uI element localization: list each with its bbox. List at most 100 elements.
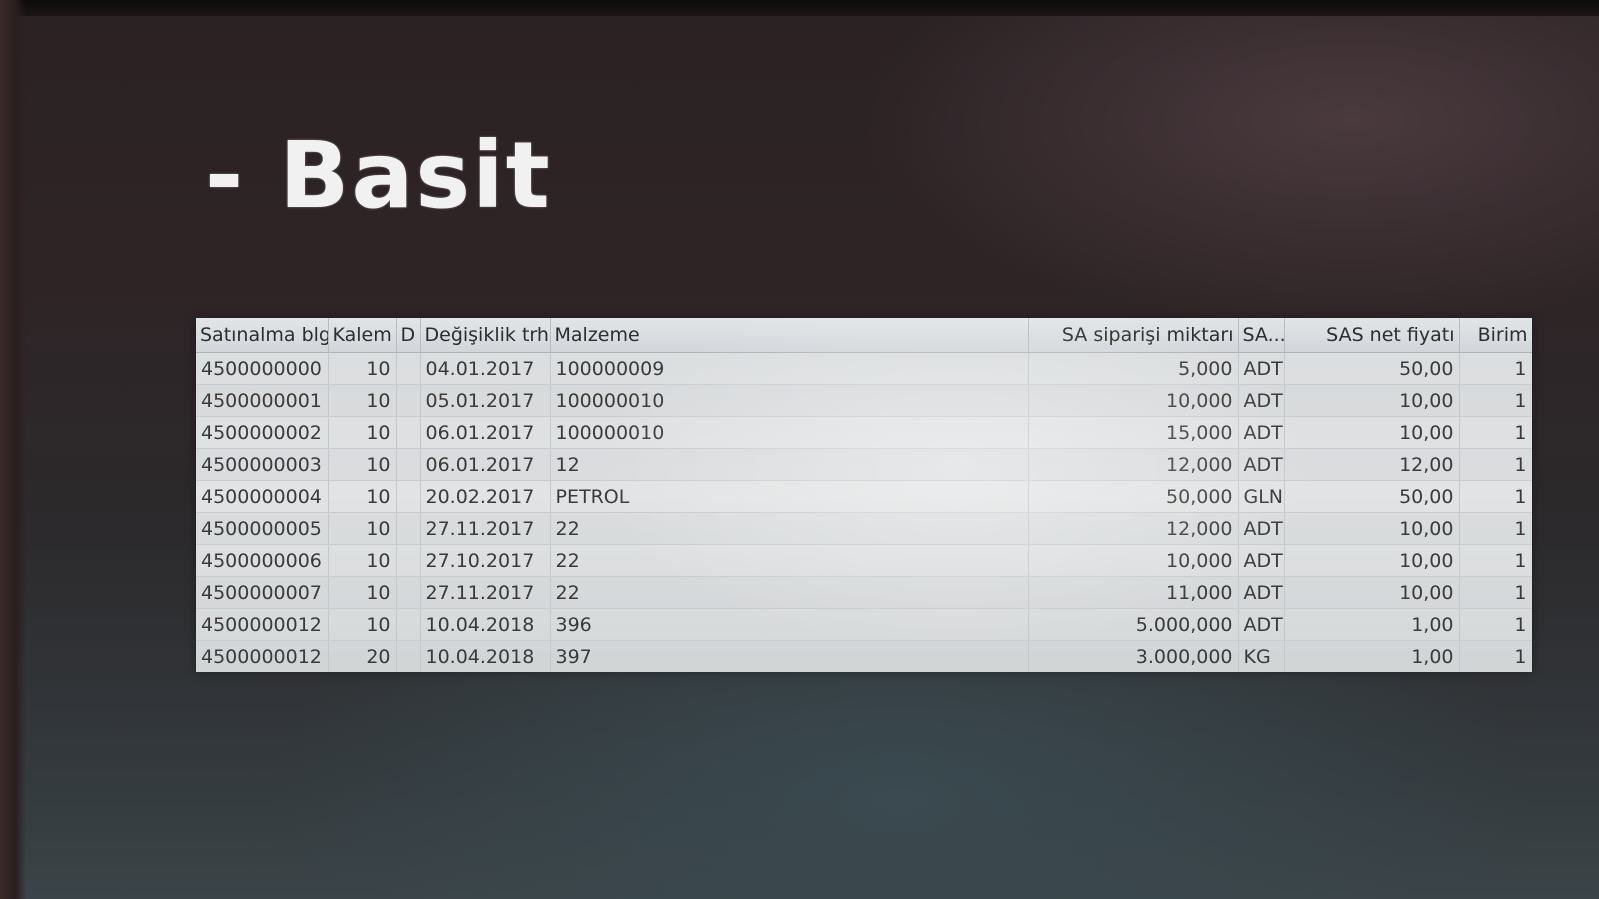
cell-order-unit[interactable]: KG bbox=[1238, 640, 1285, 672]
cell-item[interactable]: 10 bbox=[328, 480, 397, 513]
cell-material[interactable]: 22 bbox=[550, 544, 1029, 577]
cell-item[interactable]: 10 bbox=[328, 576, 397, 609]
table-row[interactable]: 4500000007 10 27.11.2017 22 11,000 ADT 10,00 1 bbox=[196, 576, 1532, 609]
cell-item[interactable]: 20 bbox=[328, 640, 397, 672]
cell-item[interactable]: 10 bbox=[328, 416, 397, 449]
cell-material[interactable]: 100000009 bbox=[550, 352, 1029, 385]
cell-order-quantity[interactable]: 11,000 bbox=[1028, 576, 1239, 609]
cell-order-unit[interactable]: ADT bbox=[1238, 512, 1285, 545]
cell-material[interactable]: PETROL bbox=[550, 480, 1029, 513]
cell-price-unit[interactable]: 1 bbox=[1459, 608, 1532, 641]
cell-net-price[interactable]: 12,00 bbox=[1284, 448, 1460, 481]
cell-change-date[interactable]: 04.01.2017 bbox=[420, 352, 551, 385]
cell-purchasing-doc[interactable]: 4500000007 bbox=[196, 576, 329, 609]
cell-material[interactable]: 100000010 bbox=[550, 416, 1029, 449]
cell-purchasing-doc[interactable]: 4500000003 bbox=[196, 448, 329, 481]
column-header-purchasing-doc[interactable]: Satınalma blg bbox=[196, 318, 329, 353]
cell-net-price[interactable]: 1,00 bbox=[1284, 640, 1460, 672]
cell-order-unit[interactable]: ADT bbox=[1238, 384, 1285, 417]
column-header-d[interactable]: D bbox=[396, 318, 421, 353]
cell-purchasing-doc[interactable]: 4500000012 bbox=[196, 640, 329, 672]
column-header-order-quantity[interactable]: SA siparişi miktarı bbox=[1028, 318, 1239, 353]
cell-order-quantity[interactable]: 12,000 bbox=[1028, 448, 1239, 481]
cell-net-price[interactable]: 50,00 bbox=[1284, 352, 1460, 385]
cell-price-unit[interactable]: 1 bbox=[1459, 640, 1532, 672]
cell-change-date[interactable]: 27.11.2017 bbox=[420, 576, 551, 609]
cell-price-unit[interactable]: 1 bbox=[1459, 384, 1532, 417]
cell-d[interactable] bbox=[396, 352, 421, 385]
cell-d[interactable] bbox=[396, 512, 421, 545]
cell-material[interactable]: 396 bbox=[550, 608, 1029, 641]
cell-order-unit[interactable]: GLN bbox=[1238, 480, 1285, 513]
cell-purchasing-doc[interactable]: 4500000005 bbox=[196, 512, 329, 545]
cell-purchasing-doc[interactable]: 4500000000 bbox=[196, 352, 329, 385]
cell-net-price[interactable]: 10,00 bbox=[1284, 416, 1460, 449]
cell-d[interactable] bbox=[396, 608, 421, 641]
cell-purchasing-doc[interactable]: 4500000002 bbox=[196, 416, 329, 449]
cell-order-unit[interactable]: ADT bbox=[1238, 608, 1285, 641]
cell-material[interactable]: 397 bbox=[550, 640, 1029, 672]
cell-d[interactable] bbox=[396, 384, 421, 417]
cell-order-quantity[interactable]: 12,000 bbox=[1028, 512, 1239, 545]
cell-price-unit[interactable]: 1 bbox=[1459, 544, 1532, 577]
cell-item[interactable]: 10 bbox=[328, 608, 397, 641]
column-header-item[interactable]: Kalem bbox=[328, 318, 397, 353]
cell-order-quantity[interactable]: 50,000 bbox=[1028, 480, 1239, 513]
table-row[interactable]: 4500000000 10 04.01.2017 100000009 5,000 ADT 5… bbox=[196, 352, 1532, 385]
column-header-material[interactable]: Malzeme bbox=[550, 318, 1029, 353]
table-row[interactable]: 4500000006 10 27.10.2017 22 10,000 ADT 10,00 1 bbox=[196, 544, 1532, 577]
cell-item[interactable]: 10 bbox=[328, 384, 397, 417]
table-row[interactable]: 4500000012 10 10.04.2018 396 5.000,000 ADT 1,0… bbox=[196, 608, 1532, 641]
table-row[interactable]: 4500000005 10 27.11.2017 22 12,000 ADT 10,00 1 bbox=[196, 512, 1532, 545]
cell-order-unit[interactable]: ADT bbox=[1238, 544, 1285, 577]
cell-d[interactable] bbox=[396, 576, 421, 609]
cell-change-date[interactable]: 06.01.2017 bbox=[420, 448, 551, 481]
cell-net-price[interactable]: 10,00 bbox=[1284, 384, 1460, 417]
table-row[interactable]: 4500000004 10 20.02.2017 PETROL 50,000 GLN 50,… bbox=[196, 480, 1532, 513]
cell-material[interactable]: 22 bbox=[550, 576, 1029, 609]
cell-d[interactable] bbox=[396, 480, 421, 513]
cell-order-unit[interactable]: ADT bbox=[1238, 416, 1285, 449]
cell-change-date[interactable]: 05.01.2017 bbox=[420, 384, 551, 417]
cell-order-quantity[interactable]: 3.000,000 bbox=[1028, 640, 1239, 672]
cell-purchasing-doc[interactable]: 4500000001 bbox=[196, 384, 329, 417]
cell-item[interactable]: 10 bbox=[328, 448, 397, 481]
cell-price-unit[interactable]: 1 bbox=[1459, 512, 1532, 545]
column-header-net-price[interactable]: SAS net fiyatı bbox=[1284, 318, 1460, 353]
cell-d[interactable] bbox=[396, 640, 421, 672]
table-row[interactable]: 4500000001 10 05.01.2017 100000010 10,000 ADT… bbox=[196, 384, 1532, 417]
cell-change-date[interactable]: 10.04.2018 bbox=[420, 640, 551, 672]
cell-change-date[interactable]: 20.02.2017 bbox=[420, 480, 551, 513]
cell-change-date[interactable]: 27.10.2017 bbox=[420, 544, 551, 577]
column-header-price-unit[interactable]: Birim bbox=[1459, 318, 1532, 353]
cell-price-unit[interactable]: 1 bbox=[1459, 576, 1532, 609]
cell-item[interactable]: 10 bbox=[328, 512, 397, 545]
cell-d[interactable] bbox=[396, 416, 421, 449]
cell-order-quantity[interactable]: 5,000 bbox=[1028, 352, 1239, 385]
cell-order-unit[interactable]: ADT bbox=[1238, 448, 1285, 481]
cell-material[interactable]: 12 bbox=[550, 448, 1029, 481]
table-row[interactable]: 4500000012 20 10.04.2018 397 3.000,000 KG 1,00… bbox=[196, 640, 1532, 672]
cell-order-quantity[interactable]: 5.000,000 bbox=[1028, 608, 1239, 641]
cell-net-price[interactable]: 1,00 bbox=[1284, 608, 1460, 641]
cell-purchasing-doc[interactable]: 4500000006 bbox=[196, 544, 329, 577]
cell-order-unit[interactable]: ADT bbox=[1238, 352, 1285, 385]
cell-price-unit[interactable]: 1 bbox=[1459, 448, 1532, 481]
cell-item[interactable]: 10 bbox=[328, 352, 397, 385]
cell-price-unit[interactable]: 1 bbox=[1459, 416, 1532, 449]
cell-price-unit[interactable]: 1 bbox=[1459, 480, 1532, 513]
cell-purchasing-doc[interactable]: 4500000012 bbox=[196, 608, 329, 641]
cell-order-quantity[interactable]: 10,000 bbox=[1028, 384, 1239, 417]
cell-order-quantity[interactable]: 10,000 bbox=[1028, 544, 1239, 577]
cell-change-date[interactable]: 06.01.2017 bbox=[420, 416, 551, 449]
cell-change-date[interactable]: 27.11.2017 bbox=[420, 512, 551, 545]
cell-order-quantity[interactable]: 15,000 bbox=[1028, 416, 1239, 449]
cell-net-price[interactable]: 10,00 bbox=[1284, 576, 1460, 609]
cell-price-unit[interactable]: 1 bbox=[1459, 352, 1532, 385]
cell-change-date[interactable]: 10.04.2018 bbox=[420, 608, 551, 641]
cell-purchasing-doc[interactable]: 4500000004 bbox=[196, 480, 329, 513]
cell-item[interactable]: 10 bbox=[328, 544, 397, 577]
column-header-order-unit[interactable]: SA... bbox=[1238, 318, 1285, 353]
cell-net-price[interactable]: 10,00 bbox=[1284, 512, 1460, 545]
cell-net-price[interactable]: 10,00 bbox=[1284, 544, 1460, 577]
